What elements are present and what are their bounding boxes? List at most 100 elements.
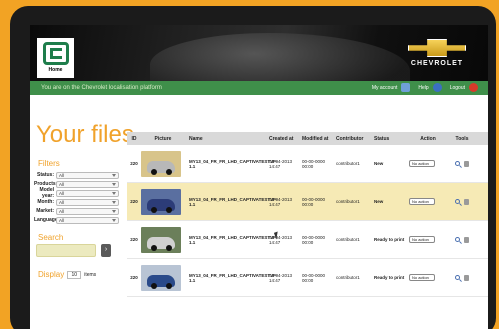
car-thumbnail[interactable] <box>141 226 181 253</box>
row-contributor: contributor1 <box>336 161 360 166</box>
row-name[interactable]: MY13_04_FR_FR_LHD_CAPTIVATESTVF-1.1 <box>185 159 277 169</box>
files-table: ID Picture Name Created at Modified at C… <box>127 132 488 297</box>
bowtie-icon <box>408 39 466 57</box>
help-link[interactable]: Help <box>418 85 428 91</box>
row-contributor: contributor1 <box>336 199 360 204</box>
row-action: No action <box>409 198 447 205</box>
car-thumbnail[interactable] <box>141 150 181 177</box>
row-created: 02-04-2013 14:47 <box>269 196 293 207</box>
col-modified[interactable]: Modified at <box>302 136 336 142</box>
display-label: Display <box>38 270 65 279</box>
car-thumbnail[interactable] <box>141 264 181 291</box>
table-row[interactable]: 220 MY13_04_FR_FR_LHD_CAPTIVATESTVF-1.1 … <box>127 183 488 221</box>
row-picture <box>141 264 185 291</box>
action-select[interactable]: No action <box>409 274 435 281</box>
search-submit-button[interactable]: › <box>101 244 111 257</box>
trash-icon[interactable] <box>464 236 469 243</box>
filter-market: Market: All <box>34 207 119 215</box>
filter-status: Status: All <box>34 171 119 179</box>
table-row[interactable]: 220 MY13_04_FR_FR_LHD_CAPTIVATESTVF-1.1 … <box>127 259 488 297</box>
header-hero: Home CHEVROLET <box>30 25 488 81</box>
row-id: 220 <box>130 161 138 166</box>
page-title: Your files <box>36 121 134 148</box>
col-id[interactable]: ID <box>127 136 141 142</box>
filter-products-select[interactable]: All <box>56 180 119 188</box>
my-account-link[interactable]: My account <box>372 85 398 91</box>
trash-icon[interactable] <box>464 198 469 205</box>
row-created: 02-04-2013 14:47 <box>269 272 293 283</box>
filter-market-select[interactable]: All <box>56 207 119 215</box>
col-contributor[interactable]: Contributor <box>336 136 374 142</box>
col-name[interactable]: Name <box>185 136 269 142</box>
search-heading: Search <box>38 233 64 242</box>
row-action: No action <box>409 236 447 243</box>
car-hero-image <box>150 33 410 81</box>
display-control: Display 10 items <box>38 270 96 279</box>
table-row[interactable]: 220 MY13_04_FR_FR_LHD_CAPTIVATESTVF-1.1 … <box>127 221 488 259</box>
action-select[interactable]: No action <box>409 236 435 243</box>
filter-status-select[interactable]: All <box>56 171 119 179</box>
row-id: 220 <box>130 199 138 204</box>
filter-model-year-select[interactable]: All <box>56 189 119 197</box>
filter-month: Month: All <box>34 198 119 206</box>
row-contributor: contributor1 <box>336 237 360 242</box>
filter-language-select[interactable]: All <box>56 216 119 224</box>
row-picture <box>141 226 185 253</box>
row-id: 220 <box>130 275 138 280</box>
col-picture: Picture <box>154 135 172 142</box>
row-created: 02-04-2013 14:47 <box>269 234 293 245</box>
filter-month-select[interactable]: All <box>56 198 119 206</box>
filters-heading: Filters <box>38 159 60 168</box>
home-button[interactable]: Home <box>37 38 74 78</box>
row-status: New <box>374 199 384 204</box>
row-name[interactable]: MY13_04_FR_FR_LHD_CAPTIVATESTVF-1.1 <box>185 235 277 245</box>
row-id: 220 <box>130 237 138 242</box>
magnifier-icon[interactable] <box>455 236 460 242</box>
search-input[interactable] <box>36 244 96 257</box>
trash-icon[interactable] <box>464 274 469 281</box>
row-status: New <box>374 161 384 166</box>
account-icon[interactable] <box>401 83 411 92</box>
display-unit: items <box>84 271 97 278</box>
table-row[interactable]: 220 MY13_04_FR_FR_LHD_CAPTIVATESTVF-1.1 … <box>127 145 488 183</box>
row-modified: 00-00-0000 00:00 <box>302 196 326 207</box>
action-select[interactable]: No action <box>409 198 435 205</box>
platform-bar: You are on the Chevrolet localisation pl… <box>30 81 488 95</box>
row-status: Ready to print <box>374 275 405 280</box>
row-tools <box>447 274 477 281</box>
magnifier-icon[interactable] <box>455 160 460 166</box>
magnifier-icon[interactable] <box>455 274 460 280</box>
row-action: No action <box>409 274 447 281</box>
filter-model-year: Model year: All <box>34 187 119 199</box>
row-modified: 00-00-0000 00:00 <box>302 158 326 169</box>
logout-link[interactable]: Logout <box>450 85 465 91</box>
row-picture <box>141 150 185 177</box>
display-count-select[interactable]: 10 <box>67 270 82 279</box>
filter-label: Status: <box>37 172 54 178</box>
help-icon[interactable] <box>432 83 442 92</box>
filter-label: Month: <box>37 199 54 205</box>
col-created[interactable]: Created at <box>269 136 302 142</box>
row-name[interactable]: MY13_04_FR_FR_LHD_CAPTIVATESTVF-1.1 <box>185 197 277 207</box>
magnifier-icon[interactable] <box>455 198 460 204</box>
trash-icon[interactable] <box>464 160 469 167</box>
row-action: No action <box>409 160 447 167</box>
brand-name: CHEVROLET <box>410 60 464 67</box>
action-select[interactable]: No action <box>409 160 435 167</box>
table-header: ID Picture Name Created at Modified at C… <box>127 132 488 145</box>
row-modified: 00-00-0000 00:00 <box>302 272 326 283</box>
home-logo-icon <box>42 42 69 65</box>
col-status[interactable]: Status <box>374 136 409 142</box>
col-tools: Tools <box>455 135 469 142</box>
screen: Home CHEVROLET You are on the Chevrolet … <box>30 25 488 329</box>
filter-label: Market: <box>36 208 54 214</box>
home-label: Home <box>48 67 63 73</box>
filter-label: Language: <box>34 217 60 223</box>
logout-icon[interactable] <box>469 83 478 92</box>
chevrolet-logo: CHEVROLET <box>404 39 470 71</box>
row-tools <box>447 236 477 243</box>
user-menu: My account Help Logout <box>372 83 478 92</box>
row-name[interactable]: MY13_04_FR_FR_LHD_CAPTIVATESTVF-1.1 <box>185 273 277 283</box>
car-thumbnail[interactable] <box>141 188 181 215</box>
row-status: Ready to print <box>374 237 405 242</box>
